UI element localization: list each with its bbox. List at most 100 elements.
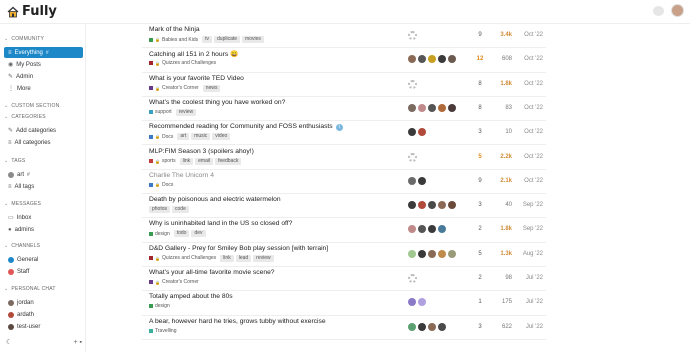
activity-date[interactable]: Oct '22 — [521, 105, 543, 111]
poster-avatar[interactable] — [438, 103, 446, 112]
topic-title[interactable]: Death by poisonous and electric watermel… — [149, 196, 281, 203]
topic-row[interactable]: A bear, however hard he tries, grows tub… — [142, 316, 546, 340]
system-gear-icon[interactable] — [408, 79, 417, 89]
plus-icon[interactable]: + ▪ — [73, 339, 82, 346]
sidebar-item-art[interactable]: art # — [4, 169, 83, 180]
system-gear-icon[interactable] — [408, 274, 417, 283]
sidebar-item-admin[interactable]: ✎ Admin — [4, 71, 83, 82]
topic-row[interactable]: D&D Gallery - Prey for Smiley Bob play s… — [142, 243, 546, 267]
category-badge[interactable]: 🔒 Babies and Kids — [149, 37, 198, 43]
poster-avatar[interactable] — [408, 128, 416, 137]
poster-avatar[interactable] — [418, 249, 426, 258]
topic-tag[interactable]: news — [202, 84, 221, 92]
poster-avatar[interactable] — [448, 103, 456, 112]
activity-date[interactable]: Oct '22 — [521, 81, 543, 87]
activity-date[interactable]: Oct '22 — [521, 56, 543, 62]
activity-date[interactable]: Aug '22 — [521, 251, 543, 257]
poster-avatar[interactable] — [408, 249, 416, 258]
poster-avatar[interactable] — [448, 249, 456, 258]
activity-date[interactable]: Sep '22 — [521, 226, 543, 232]
category-badge[interactable]: 🔒 sports — [149, 158, 176, 164]
category-badge[interactable]: 🔒 Docs — [149, 182, 173, 188]
topic-row[interactable]: Catching all 151 in 2 hours 😄 🔒 Quizzes an… — [142, 48, 546, 73]
poster-avatar[interactable] — [448, 201, 456, 210]
topic-row[interactable]: MLP:FIM Season 3 (spoilers ahoy!) 🔒 sports… — [142, 146, 546, 170]
category-badge[interactable]: 🔒 Quizzes and Challenges — [149, 255, 216, 261]
topic-tag[interactable]: music — [191, 133, 211, 141]
topic-row[interactable]: What’s your all-time favorite movie scen… — [142, 267, 546, 292]
category-badge[interactable]: Travelling — [149, 328, 177, 334]
poster-avatar[interactable] — [428, 103, 436, 112]
sidebar-item-jordan[interactable]: jordan — [4, 297, 83, 308]
category-badge[interactable]: design — [149, 231, 170, 237]
topic-row[interactable]: Why is uninhabited land in the US so clo… — [142, 218, 546, 243]
poster-avatar[interactable] — [408, 55, 416, 64]
topic-tag[interactable]: review — [175, 108, 197, 116]
topic-title[interactable]: Charlie The Unicorn 4 — [149, 172, 214, 179]
sidebar-item-ardath[interactable]: ardath — [4, 309, 83, 320]
system-gear-icon[interactable] — [408, 152, 417, 162]
topic-tag[interactable]: link — [220, 254, 234, 262]
topic-tag[interactable]: video — [212, 133, 231, 141]
sidebar-item-admins[interactable]: ● admins — [4, 224, 83, 235]
sidebar-item-everything[interactable]: ≡ Everything # — [4, 47, 83, 58]
topic-title[interactable]: A bear, however hard he tries, grows tub… — [149, 318, 326, 325]
topic-row[interactable]: Death by poisonous and electric watermel… — [142, 194, 546, 219]
sidebar-section-tags[interactable]: ⌄ TAGS — [4, 158, 25, 164]
topic-title[interactable]: What is your favorite TED Video — [149, 75, 244, 82]
poster-avatar[interactable] — [438, 249, 446, 258]
moon-icon[interactable]: ☾ — [6, 338, 12, 346]
topic-title[interactable]: Recommended reading for Community and FO… — [149, 123, 343, 132]
topic-tag[interactable]: link — [179, 157, 194, 165]
poster-avatar[interactable] — [408, 322, 416, 331]
activity-date[interactable]: Jul '22 — [521, 324, 543, 330]
topic-title[interactable]: Totally amped about the 80s — [149, 293, 233, 300]
poster-avatar[interactable] — [448, 55, 456, 64]
sidebar-item-all-tags[interactable]: ≡ All tags — [4, 181, 83, 192]
poster-avatar[interactable] — [408, 298, 416, 307]
topic-title[interactable]: D&D Gallery - Prey for Smiley Bob play s… — [149, 245, 328, 252]
topic-tag[interactable]: lead — [235, 254, 252, 262]
activity-date[interactable]: Jul '22 — [521, 299, 543, 305]
sidebar-item-inbox[interactable]: ▭ Inbox — [4, 212, 83, 223]
activity-date[interactable]: Oct '22 — [521, 129, 543, 135]
category-badge[interactable]: 🔒 Docs — [149, 134, 173, 140]
topic-tag[interactable]: art — [177, 133, 190, 141]
poster-avatar[interactable] — [428, 225, 436, 234]
category-badge[interactable]: 🔒 Quizzes and Challenges — [149, 60, 216, 66]
topic-title[interactable]: What’s your all-time favorite movie scen… — [149, 269, 275, 276]
poster-avatar[interactable] — [418, 55, 426, 64]
category-badge[interactable]: design — [149, 303, 170, 309]
poster-avatar[interactable] — [438, 55, 446, 64]
poster-avatar[interactable] — [418, 298, 426, 307]
topic-row[interactable]: What’s the coolest thing you have worked… — [142, 97, 546, 122]
topic-tag[interactable]: tv — [202, 36, 213, 43]
topic-tag[interactable]: feedback — [215, 157, 242, 165]
poster-avatar[interactable] — [408, 225, 416, 234]
category-badge[interactable]: 🔒 Creator's Corner — [149, 85, 199, 91]
activity-date[interactable]: Jul '22 — [521, 275, 543, 281]
sidebar-section-channels[interactable]: ⌄ CHANNELS — [4, 243, 40, 249]
topic-title[interactable]: MLP:FIM Season 3 (spoilers ahoy!) — [149, 148, 254, 155]
sidebar-item-more[interactable]: ⋮ More — [4, 83, 83, 94]
activity-date[interactable]: Oct '22 — [521, 154, 543, 160]
poster-avatar[interactable] — [408, 176, 416, 185]
topic-row[interactable]: Totally amped about the 80s design 1 175 Jul… — [142, 291, 546, 316]
poster-avatar[interactable] — [408, 201, 416, 210]
topic-title[interactable]: What’s the coolest thing you have worked… — [149, 99, 285, 106]
topic-tag[interactable]: photos — [149, 206, 171, 214]
sidebar-section-categories[interactable]: ⌄ CATEGORIES — [4, 114, 46, 120]
poster-avatar[interactable] — [438, 322, 446, 331]
topic-tag[interactable]: code — [172, 206, 189, 214]
site-logo[interactable]: Fully — [7, 4, 57, 19]
poster-avatar[interactable] — [418, 201, 426, 210]
sidebar-item-test-user[interactable]: test-user — [4, 321, 83, 332]
poster-avatar[interactable] — [418, 128, 426, 137]
poster-avatar[interactable] — [428, 322, 436, 331]
topic-tag[interactable]: movies — [242, 36, 264, 43]
poster-avatar[interactable] — [418, 322, 426, 331]
topic-tag[interactable]: dev — [191, 230, 206, 238]
poster-avatar[interactable] — [408, 103, 416, 112]
sidebar-item-my-posts[interactable]: ◉ My Posts — [4, 59, 83, 70]
category-badge[interactable]: support — [149, 109, 172, 115]
